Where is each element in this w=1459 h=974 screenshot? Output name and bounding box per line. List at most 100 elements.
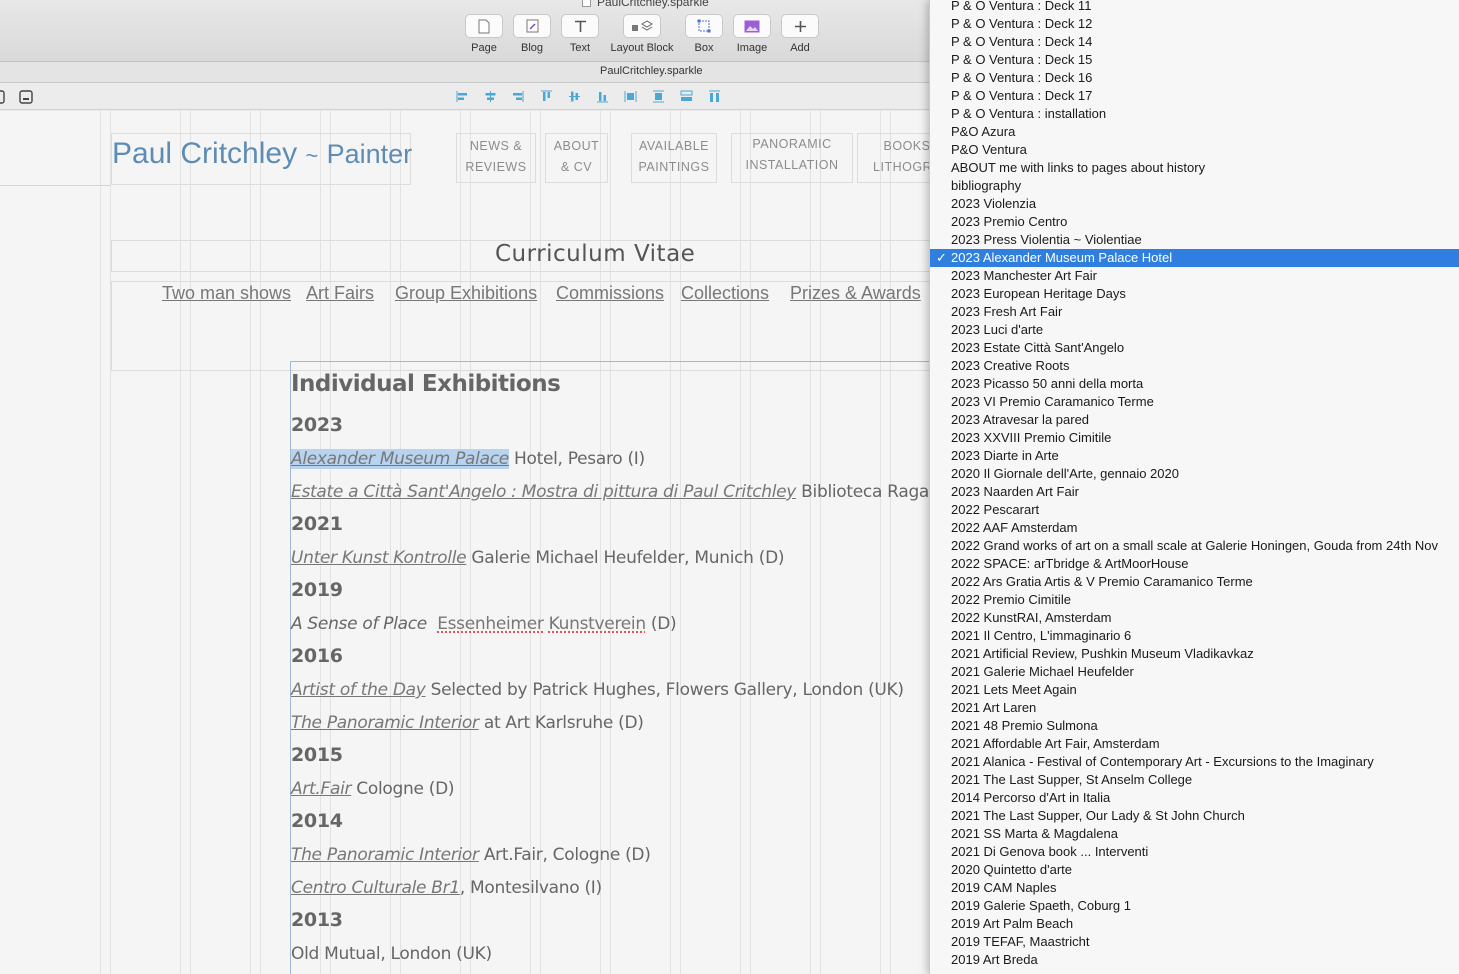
page-tool[interactable]: Page <box>460 14 508 54</box>
menu-item[interactable]: 2023 Premio Centro <box>930 213 1459 231</box>
nav-news-reviews[interactable]: NEWS & REVIEWS <box>456 133 536 183</box>
menu-item[interactable]: 2022 SPACE: arTbridge & ArtMoorHouse <box>930 555 1459 573</box>
link-prizes-awards[interactable]: Prizes & Awards <box>790 283 921 304</box>
blog-icon[interactable] <box>513 14 551 38</box>
exhibition-link[interactable]: Artist of the Day <box>291 680 426 700</box>
distribute-vertical-icon[interactable] <box>652 90 665 103</box>
exhibition-link-misspelled[interactable]: Essenheimer <box>437 614 544 634</box>
menu-item[interactable]: 2019 TEFAF, Maastricht <box>930 933 1459 951</box>
nav-about-cv[interactable]: ABOUT & CV <box>545 133 608 183</box>
exhibition-link[interactable]: Art.Fair <box>291 779 352 799</box>
menu-item[interactable]: 2023 XXVIII Premio Cimitile <box>930 429 1459 447</box>
menu-item[interactable]: 2022 Grand works of art on a small scale… <box>930 537 1459 555</box>
align-top-icon[interactable] <box>540 90 553 103</box>
menu-item[interactable]: 2019 Galerie Spaeth, Coburg 1 <box>930 897 1459 915</box>
menu-item[interactable]: ABOUT me with links to pages about histo… <box>930 159 1459 177</box>
menu-item[interactable]: 2021 The Last Supper, Our Lady & St John… <box>930 807 1459 825</box>
menu-item[interactable]: P&O Azura <box>930 123 1459 141</box>
distribute-horizontal-icon[interactable] <box>624 90 637 103</box>
menu-item[interactable]: 2020 Quintetto d'arte <box>930 861 1459 879</box>
page-icon[interactable] <box>465 14 503 38</box>
site-title-box[interactable]: Paul Critchley ~ Painter <box>111 133 412 185</box>
menu-item[interactable]: P & O Ventura : Deck 12 <box>930 15 1459 33</box>
menu-item[interactable]: 2023 Creative Roots <box>930 357 1459 375</box>
align-left-icon[interactable] <box>456 90 469 103</box>
menu-item[interactable]: 2023 Diarte in Arte <box>930 447 1459 465</box>
add-icon[interactable] <box>781 14 819 38</box>
menu-item[interactable]: 2021 Alanica - Festival of Contemporary … <box>930 753 1459 771</box>
menu-item[interactable]: 2021 Artificial Review, Pushkin Museum V… <box>930 645 1459 663</box>
menu-item[interactable]: 2023 European Heritage Days <box>930 285 1459 303</box>
menu-item[interactable]: 2023 Atravesar la pared <box>930 411 1459 429</box>
align-right-icon[interactable] <box>511 90 524 103</box>
exhibition-link[interactable]: Estate a Città Sant'Angelo : Mostra di p… <box>291 482 796 502</box>
page-link-dropdown-menu[interactable]: P & O Ventura : Deck 11 P & O Ventura : D… <box>929 0 1459 974</box>
menu-item[interactable]: 2023 Estate Città Sant'Angelo <box>930 339 1459 357</box>
menu-item-selected[interactable]: ✓ 2023 Alexander Museum Palace Hotel <box>930 249 1459 267</box>
align-center-icon[interactable] <box>484 90 497 103</box>
image-icon[interactable] <box>733 14 771 38</box>
menu-item[interactable]: 2021 48 Premio Sulmona <box>930 717 1459 735</box>
menu-item[interactable]: P & O Ventura : installation <box>930 105 1459 123</box>
menu-item[interactable]: 2014 Percorso d'Art in Italia <box>930 789 1459 807</box>
menu-item[interactable]: 2022 Pescarart <box>930 501 1459 519</box>
image-tool[interactable]: Image <box>728 14 776 54</box>
menu-item[interactable]: 2021 The Last Supper, St Anselm College <box>930 771 1459 789</box>
menu-item[interactable]: 2019 CAM Naples <box>930 879 1459 897</box>
menu-item[interactable]: P & O Ventura : Deck 14 <box>930 33 1459 51</box>
menu-item[interactable]: P&O Ventura <box>930 141 1459 159</box>
link-group-exhibitions[interactable]: Group Exhibitions <box>395 283 537 304</box>
menu-item[interactable]: P & O Ventura : Deck 16 <box>930 69 1459 87</box>
box-icon[interactable] <box>685 14 723 38</box>
link-art-fairs[interactable]: Art Fairs <box>306 283 374 304</box>
exhibition-link[interactable]: The Panoramic Interior <box>291 845 479 865</box>
menu-item[interactable]: 2022 AAF Amsterdam <box>930 519 1459 537</box>
menu-item[interactable]: P & O Ventura : Deck 15 <box>930 51 1459 69</box>
link-collections[interactable]: Collections <box>681 283 769 304</box>
menu-item[interactable]: 2020 Il Giornale dell'Arte, gennaio 2020 <box>930 465 1459 483</box>
menu-item[interactable]: bibliography <box>930 177 1459 195</box>
box-tool[interactable]: Box <box>680 14 728 54</box>
menu-item[interactable]: P & O Ventura : Deck 11 <box>930 0 1459 15</box>
menu-item[interactable]: 2023 Violenzia <box>930 195 1459 213</box>
menu-item[interactable]: 2019 Art Breda <box>930 951 1459 969</box>
exhibition-link-misspelled[interactable]: Kunstverein <box>549 614 646 634</box>
menu-item[interactable]: 2023 Picasso 50 anni della morta <box>930 375 1459 393</box>
align-bottom-icon[interactable] <box>596 90 609 103</box>
same-height-icon[interactable] <box>708 90 721 103</box>
add-tool[interactable]: Add <box>776 14 824 54</box>
link-two-man-shows[interactable]: Two man shows <box>162 283 291 304</box>
link-commissions[interactable]: Commissions <box>556 283 664 304</box>
menu-item[interactable]: 2021 Galerie Michael Heufelder <box>930 663 1459 681</box>
menu-item[interactable]: 2021 Art Laren <box>930 699 1459 717</box>
menu-item[interactable]: 2023 Luci d'arte <box>930 321 1459 339</box>
blog-tool[interactable]: Blog <box>508 14 556 54</box>
menu-item[interactable]: 2021 Di Genova book ... Interventi <box>930 843 1459 861</box>
menu-item[interactable]: 2023 Fresh Art Fair <box>930 303 1459 321</box>
menu-item[interactable]: 2023 Manchester Art Fair <box>930 267 1459 285</box>
menu-item[interactable]: 2023 Naarden Art Fair <box>930 483 1459 501</box>
text-tool[interactable]: Text <box>556 14 604 54</box>
exhibition-link[interactable]: Unter Kunst Kontrolle <box>291 548 467 568</box>
menu-item[interactable]: P & O Ventura : Deck 17 <box>930 87 1459 105</box>
device-tablet-icon[interactable] <box>19 90 33 104</box>
menu-item[interactable]: 2022 Premio Cimitile <box>930 591 1459 609</box>
nav-available-paintings[interactable]: AVAILABLE PAINTINGS <box>631 133 717 183</box>
align-middle-icon[interactable] <box>568 90 581 103</box>
menu-item[interactable]: 2022 Ars Gratia Artis & V Premio Caraman… <box>930 573 1459 591</box>
same-width-icon[interactable] <box>680 90 693 103</box>
menu-item[interactable]: 2021 Il Centro, L'immaginario 6 <box>930 627 1459 645</box>
exhibition-link-selected[interactable]: Alexander Museum Palace <box>291 449 509 469</box>
menu-item[interactable]: 2023 VI Premio Caramanico Terme <box>930 393 1459 411</box>
text-icon[interactable] <box>561 14 599 38</box>
nav-panoramic-installation[interactable]: PANORAMIC INSTALLATION <box>731 133 853 183</box>
menu-item[interactable]: 2022 KunstRAI, Amsterdam <box>930 609 1459 627</box>
menu-item[interactable]: 2021 SS Marta & Magdalena <box>930 825 1459 843</box>
menu-item[interactable]: 2021 Lets Meet Again <box>930 681 1459 699</box>
exhibition-link[interactable]: Centro Culturale Br1 <box>291 878 460 898</box>
layout-block-icon[interactable] <box>623 14 661 38</box>
device-desktop-icon[interactable] <box>0 90 6 104</box>
menu-item[interactable]: 2023 Press Violentia ~ Violentiae <box>930 231 1459 249</box>
exhibition-link[interactable]: The Panoramic Interior <box>291 713 479 733</box>
menu-item[interactable]: 2019 Art Palm Beach <box>930 915 1459 933</box>
